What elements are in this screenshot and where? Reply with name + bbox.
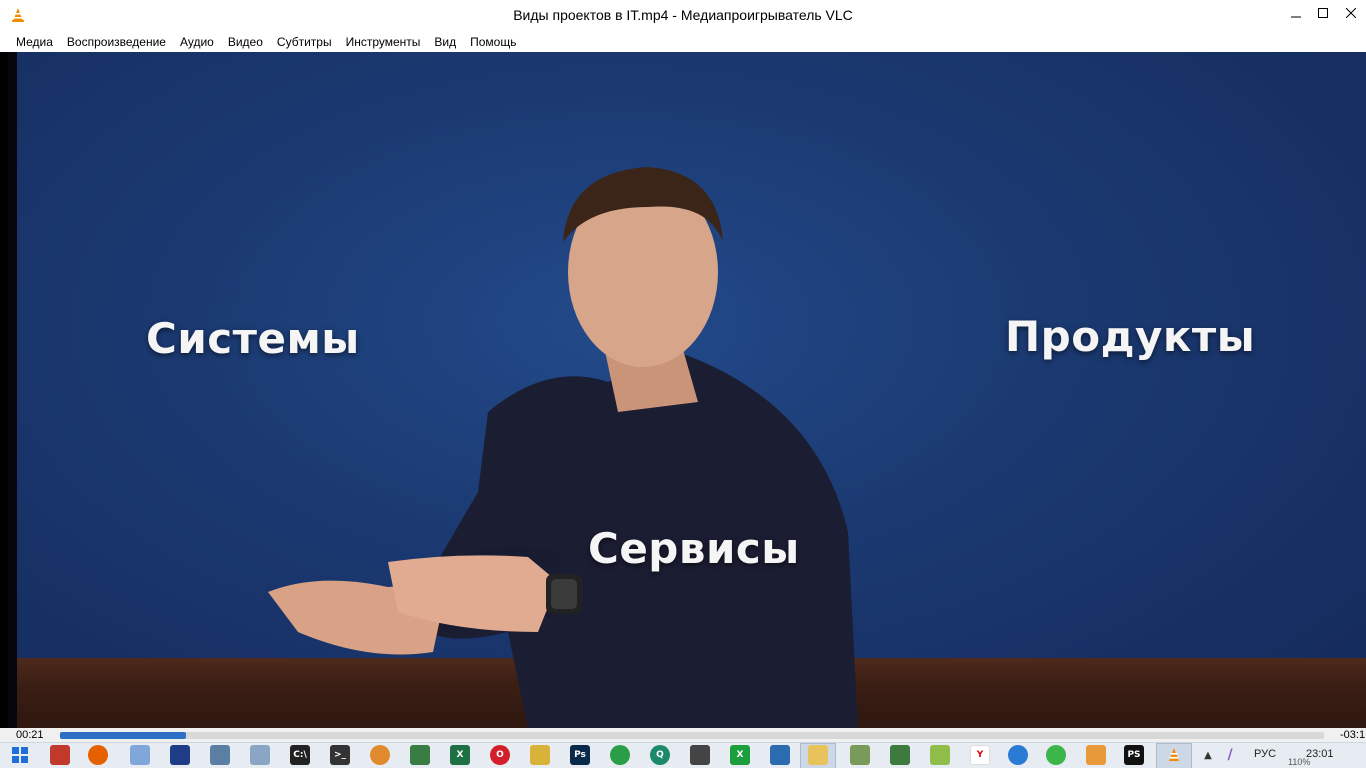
menu-video[interactable]: Видео	[221, 31, 270, 52]
seek-row: 00:21 -03:1	[0, 728, 1366, 742]
save-icon[interactable]	[170, 745, 190, 765]
tray-expand-icon[interactable]: ▲	[1198, 745, 1218, 765]
app-icon[interactable]	[530, 745, 550, 765]
caption-products: Продукты	[1005, 312, 1256, 361]
menu-help[interactable]: Помощь	[463, 31, 523, 52]
folder-icon[interactable]	[808, 745, 828, 765]
menu-view[interactable]: Вид	[427, 31, 463, 52]
notepad-icon[interactable]	[930, 745, 950, 765]
butterfly-icon[interactable]	[370, 745, 390, 765]
app-icon[interactable]	[1086, 745, 1106, 765]
app-icon[interactable]	[690, 745, 710, 765]
pen-icon[interactable]: /	[1220, 745, 1240, 765]
menu-media[interactable]: Медиа	[9, 31, 60, 52]
firefox-icon[interactable]	[88, 745, 108, 765]
app-icon[interactable]	[1046, 745, 1066, 765]
app-icon[interactable]	[850, 745, 870, 765]
remaining-time[interactable]: -03:1	[1340, 729, 1365, 741]
app-icon[interactable]: X	[730, 745, 750, 765]
app-icon[interactable]	[130, 745, 150, 765]
phpstorm-icon[interactable]: PS	[1124, 745, 1144, 765]
app-icon[interactable]	[890, 745, 910, 765]
opera-icon[interactable]: O	[490, 745, 510, 765]
windows-start-icon[interactable]	[10, 745, 30, 765]
menu-playback[interactable]: Воспроизведение	[60, 31, 173, 52]
maximize-icon	[1318, 8, 1328, 18]
terminal-icon[interactable]: C:\	[290, 745, 310, 765]
video-area[interactable]: Системы Продукты Сервисы	[8, 52, 1366, 728]
terminal-icon[interactable]: >_	[330, 745, 350, 765]
app-icon[interactable]: Q	[650, 745, 670, 765]
excel-icon[interactable]: X	[450, 745, 470, 765]
menu-tools[interactable]: Инструменты	[339, 31, 428, 52]
chrome-icon[interactable]	[610, 745, 630, 765]
edge-icon[interactable]	[1008, 745, 1028, 765]
app-icon[interactable]	[250, 745, 270, 765]
menu-bar: Медиа Воспроизведение Аудио Видео Субтит…	[0, 31, 1366, 52]
close-button[interactable]	[1335, 0, 1366, 26]
vlc-icon[interactable]	[1164, 745, 1184, 765]
maximize-button[interactable]	[1308, 0, 1338, 26]
title-bar: Виды проектов в IT.mp4 - Медиапроигрыват…	[0, 0, 1366, 31]
elapsed-time: 00:21	[16, 729, 44, 741]
minimize-icon	[1291, 16, 1301, 18]
app-icon[interactable]	[50, 745, 70, 765]
presenter-figure	[268, 167, 858, 728]
close-icon	[1345, 8, 1356, 18]
caption-services: Сервисы	[588, 524, 800, 573]
menu-audio[interactable]: Аудио	[173, 31, 221, 52]
photoshop-icon[interactable]: Ps	[570, 745, 590, 765]
yandex-icon[interactable]: Y	[970, 745, 990, 765]
seek-slider[interactable]	[60, 732, 1324, 739]
tray-language[interactable]: РУС	[1254, 748, 1276, 760]
menu-subtitles[interactable]: Субтитры	[270, 31, 339, 52]
window-title: Виды проектов в IT.mp4 - Медиапроигрыват…	[513, 7, 853, 23]
caption-systems: Системы	[146, 314, 360, 363]
video-left-border	[8, 52, 17, 728]
taskbar: C:\ >_ X O Ps Q X Y PS ▲ / РУС 110% 23:0…	[0, 742, 1366, 768]
minimize-button[interactable]	[1281, 0, 1311, 26]
app-icon[interactable]	[410, 745, 430, 765]
app-icon[interactable]	[770, 745, 790, 765]
tray-clock[interactable]: 23:01	[1306, 748, 1334, 760]
seek-progress	[60, 732, 187, 739]
app-icon[interactable]	[210, 745, 230, 765]
